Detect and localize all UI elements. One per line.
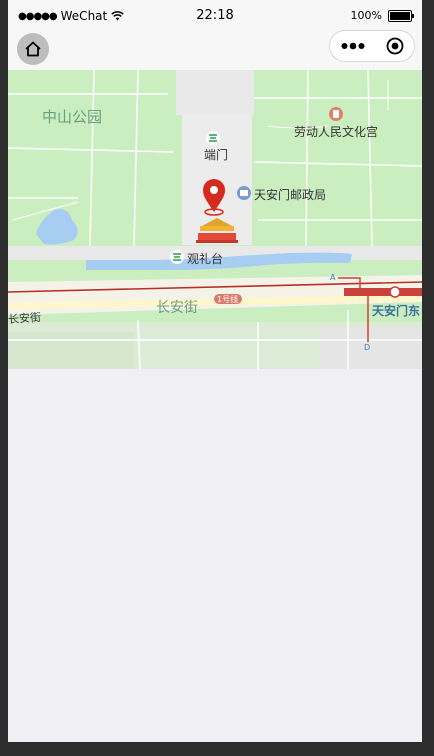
- phone-screen: ●●●●● WeChat 22:18 100% 中山公园 劳动人民文化宫 端门 …: [8, 0, 422, 742]
- map-label-gate: 端门: [204, 148, 229, 162]
- status-bar: ●●●●● WeChat 22:18 100%: [8, 0, 422, 32]
- nav-bar: [8, 30, 422, 70]
- map-label-exit-d: D: [364, 343, 371, 352]
- close-target-icon[interactable]: [386, 37, 404, 55]
- map-label-station: 天安门东: [372, 304, 421, 318]
- map-label-post-office: 天安门邮政局: [254, 188, 327, 202]
- map-label-exit-a: A: [330, 273, 336, 282]
- battery-group: 100%: [350, 9, 414, 22]
- capsule-menu: [329, 30, 415, 62]
- battery-icon: [388, 9, 414, 22]
- map-label-avenue-left: 长安街: [8, 310, 42, 327]
- home-button[interactable]: [17, 33, 49, 65]
- metro-line-badge: 1号线: [217, 295, 239, 304]
- map-label-viewing-stand: 观礼台: [187, 252, 224, 266]
- map-pin-icon[interactable]: [203, 179, 225, 216]
- map-label-park: 中山公园: [42, 108, 103, 126]
- home-icon: [25, 41, 41, 57]
- more-dots-icon[interactable]: [341, 42, 365, 50]
- map-view[interactable]: 中山公园 劳动人民文化宫 端门 天安门邮政局 观礼台 长安街 长安街 1号线 天…: [8, 70, 422, 369]
- battery-percent: 100%: [350, 9, 382, 22]
- map-label-palace: 劳动人民文化宫: [294, 125, 379, 139]
- map-label-avenue: 长安街: [156, 300, 198, 316]
